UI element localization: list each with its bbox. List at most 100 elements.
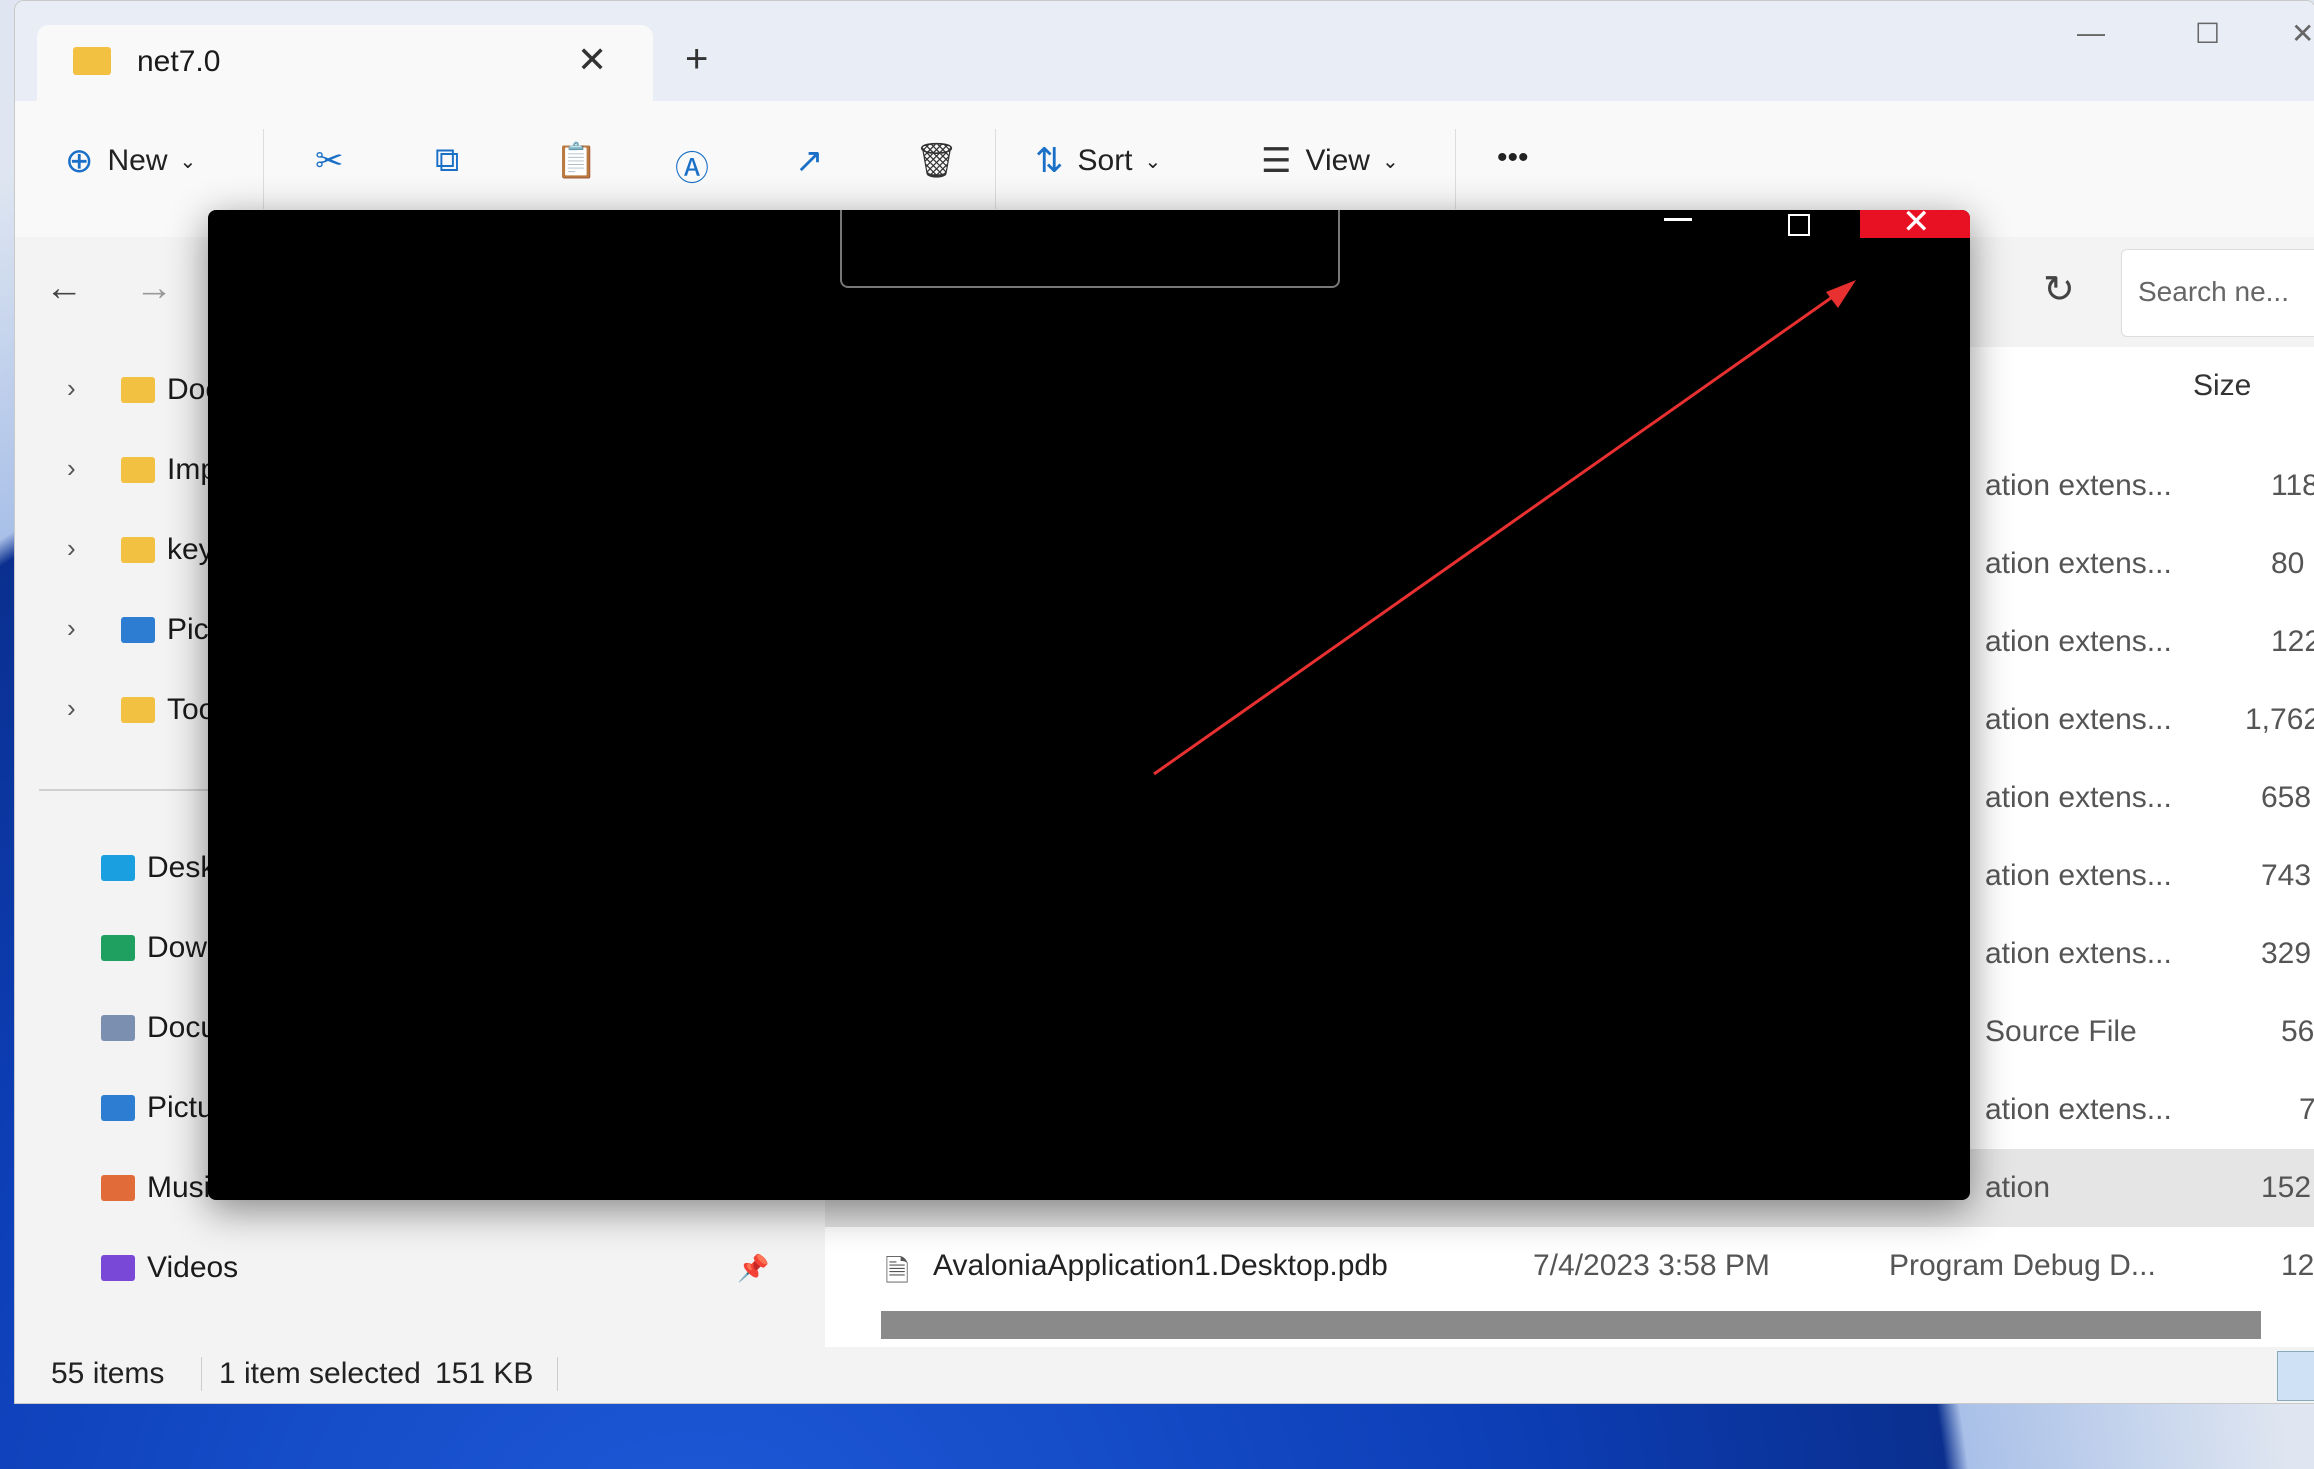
sidebar-item-desktop[interactable]: Desk <box>101 851 215 885</box>
rename-button[interactable]: Ⓐ <box>675 141 723 190</box>
sidebar-item-downloads[interactable]: Dow <box>101 931 207 965</box>
more-options-button[interactable]: ••• <box>1497 141 1529 175</box>
pdb-file-icon: 🗎 <box>885 1255 910 1288</box>
scissors-icon: ✂ <box>315 142 344 180</box>
delete-button[interactable]: 🗑 <box>915 141 972 181</box>
tab-title: net7.0 <box>137 45 221 78</box>
music-icon <box>101 1175 135 1201</box>
chevron-right-icon[interactable]: › <box>67 373 76 404</box>
sidebar-item-label: Dow <box>147 931 208 964</box>
file-type: ation extens... <box>1985 781 2172 814</box>
documents-icon <box>101 1015 135 1041</box>
selection-size: 151 KB <box>435 1357 534 1390</box>
sidebar-item-too[interactable]: Too <box>121 693 215 727</box>
avalonia-window: ✕ <box>208 210 1970 1200</box>
toolbar-divider <box>1455 129 1456 209</box>
sidebar-item-music[interactable]: Musi <box>101 1171 210 1205</box>
file-size: 122 | <box>2271 625 2314 658</box>
downloads-icon <box>101 935 135 961</box>
folder-icon <box>121 377 155 403</box>
item-count: 55 items <box>51 1357 165 1390</box>
view-label: View <box>1305 144 1370 177</box>
refresh-icon[interactable]: ↻ <box>2043 267 2075 312</box>
sidebar-item-documents[interactable]: Docu <box>101 1011 217 1045</box>
pin-icon[interactable]: 📌 <box>737 1253 769 1284</box>
close-button[interactable]: ✕ <box>2291 17 2314 50</box>
toolbar-divider <box>263 129 264 209</box>
tab-close-icon[interactable]: ✕ <box>577 39 607 81</box>
folder-icon <box>121 457 155 483</box>
sidebar-item-imp[interactable]: Imp <box>121 453 217 487</box>
tab-net7[interactable]: net7.0 ✕ <box>37 25 653 101</box>
rename-icon: Ⓐ <box>675 150 709 188</box>
new-tab-button[interactable]: + <box>685 37 708 82</box>
trash-icon: 🗑 <box>915 142 959 180</box>
column-header-size[interactable]: Size <box>2193 369 2251 403</box>
back-arrow-icon[interactable]: ← <box>45 267 83 310</box>
details-view-toggle[interactable] <box>2277 1351 2314 1401</box>
file-type: ation extens... <box>1985 859 2172 892</box>
paste-button[interactable]: 📋 <box>555 141 611 181</box>
annotation-arrow <box>1153 280 1856 776</box>
file-type: ation extens... <box>1985 703 2172 736</box>
sidebar-item-key[interactable]: key <box>121 533 214 567</box>
chevron-right-icon[interactable]: › <box>67 453 76 484</box>
sidebar-item-pictures-quick[interactable]: Pictu <box>101 1091 214 1125</box>
chevron-right-icon[interactable]: › <box>67 533 76 564</box>
cut-button[interactable]: ✂ <box>315 141 358 181</box>
maximize-button[interactable]: ☐ <box>2195 17 2220 50</box>
sidebar-item-label: Desk <box>147 851 216 884</box>
file-name: AvaloniaApplication1.Desktop.pdb <box>933 1249 1388 1282</box>
file-type: ation extens... <box>1985 547 2172 580</box>
pictures-icon <box>101 1095 135 1121</box>
new-label: New <box>107 144 168 177</box>
file-size: 7 | <box>2299 1093 2314 1127</box>
sidebar-item-label: Videos <box>147 1251 239 1284</box>
sidebar-item-videos[interactable]: Videos <box>101 1251 238 1285</box>
tab-strip: net7.0 ✕ + — ☐ ✕ <box>15 1 2314 101</box>
search-input[interactable]: Search ne... <box>2121 249 2314 337</box>
sidebar-item-doc[interactable]: Doc <box>121 373 220 407</box>
sidebar-item-label: Pictu <box>147 1091 214 1124</box>
minimize-button[interactable]: — <box>2077 17 2105 49</box>
table-row[interactable]: 🗎 AvaloniaApplication1.Desktop.pdb 7/4/2… <box>825 1227 2314 1305</box>
status-divider <box>201 1357 202 1391</box>
forward-arrow-icon[interactable]: → <box>135 267 173 310</box>
sidebar-item-label: key <box>167 533 214 566</box>
chevron-right-icon[interactable]: › <box>67 693 76 724</box>
paste-icon: 📋 <box>555 142 598 180</box>
status-bar: 55 items 1 item selected 151 KB <box>15 1347 2314 1403</box>
status-divider <box>557 1357 558 1391</box>
file-size: 329 | <box>2261 937 2314 970</box>
search-placeholder: Search ne... <box>2138 276 2289 307</box>
file-type: ation <box>1985 1171 2051 1204</box>
videos-icon <box>101 1255 135 1281</box>
sidebar-item-label: Musi <box>147 1171 211 1204</box>
sort-icon: ⇅ <box>1035 142 1064 180</box>
sort-label: Sort <box>1077 144 1133 177</box>
desktop-icon <box>101 855 135 881</box>
folder-icon <box>121 697 155 723</box>
file-size: 152 | <box>2261 1171 2314 1204</box>
arrow-head <box>1826 280 1856 308</box>
file-type: Program Debug D... <box>1889 1249 2156 1282</box>
arrow-shaft <box>1153 284 1849 776</box>
view-button[interactable]: ☰ View ⌄ <box>1261 141 1399 181</box>
chevron-down-icon: ⌄ <box>1144 150 1162 173</box>
sidebar-item-pictures[interactable]: Pict <box>121 613 217 647</box>
new-button[interactable]: ⊕ New ⌄ <box>65 141 196 181</box>
horizontal-scrollbar[interactable] <box>881 1311 2261 1339</box>
pictures-icon <box>121 617 155 643</box>
file-size: 658 | <box>2261 781 2314 814</box>
chevron-right-icon[interactable]: › <box>67 613 76 644</box>
copy-icon: ⧉ <box>435 141 460 179</box>
file-type: Source File <box>1985 1015 2137 1048</box>
copy-button[interactable]: ⧉ <box>435 141 473 180</box>
share-button[interactable]: ↗ <box>795 141 838 181</box>
file-type: ation extens... <box>1985 625 2172 658</box>
file-date: 7/4/2023 3:58 PM <box>1533 1249 1770 1282</box>
file-size: 12 | <box>2281 1249 2314 1282</box>
sort-button[interactable]: ⇅ Sort ⌄ <box>1035 141 1161 181</box>
ellipsis-icon: ••• <box>1497 141 1529 174</box>
share-icon: ↗ <box>795 142 824 180</box>
